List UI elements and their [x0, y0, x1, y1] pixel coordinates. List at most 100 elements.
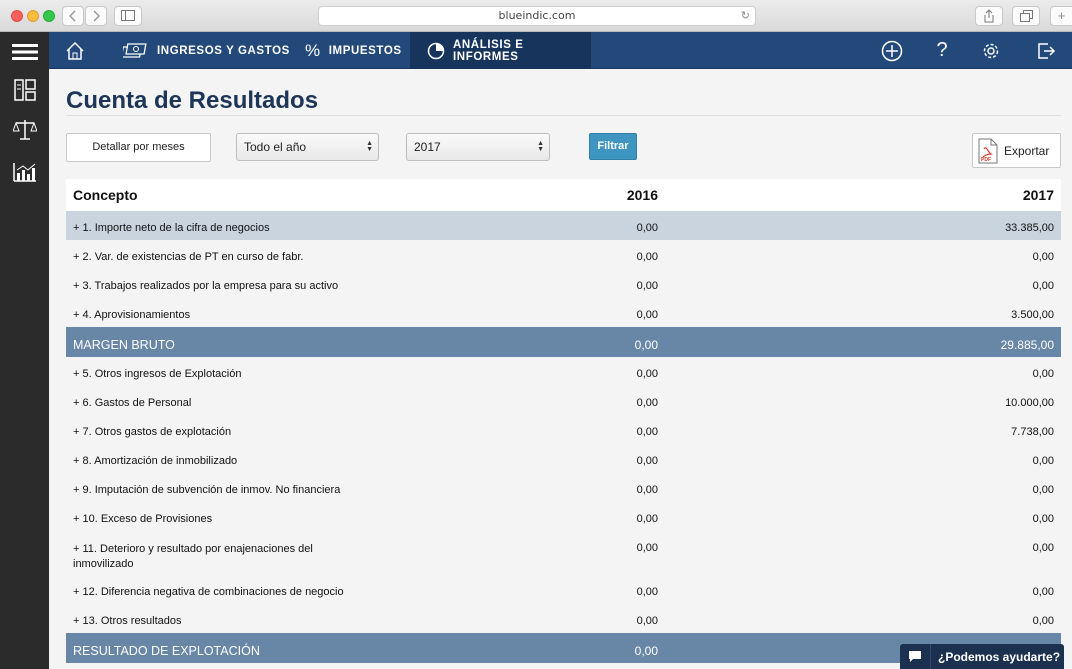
row-value-2017: 0,00 — [1032, 513, 1054, 525]
sidebar-item-balance[interactable] — [0, 110, 49, 150]
help-button[interactable]: ? — [927, 32, 957, 69]
row-value-2017: 0,00 — [1032, 455, 1054, 467]
header-2017: 2017 — [1022, 187, 1054, 203]
row-value-2016: 0,00 — [634, 338, 658, 352]
chat-widget[interactable]: ¿Podemos ayudarte? — [900, 644, 1064, 669]
back-button[interactable] — [62, 6, 84, 26]
add-button[interactable] — [877, 32, 907, 69]
settings-button[interactable] — [976, 32, 1006, 69]
row-concept: + 4. Aprovisionamientos — [73, 309, 191, 321]
row-concept: + 8. Amortización de inmobilizado — [73, 455, 238, 467]
percent-icon: % — [305, 40, 321, 60]
home-button[interactable] — [60, 32, 90, 69]
header-2016: 2016 — [626, 187, 658, 203]
tab-impuestos[interactable]: % IMPUESTOS — [305, 32, 402, 69]
period-select-value: Todo el año — [244, 140, 307, 154]
tabs-icon — [1019, 10, 1033, 22]
row-value-2017: 29.885,00 — [1000, 338, 1054, 352]
sidebar-item-dashboard[interactable] — [0, 70, 49, 110]
year-select[interactable]: 2017 ▲ ▼ — [406, 133, 550, 161]
row-value-2017: 0,00 — [1032, 368, 1054, 380]
balance-scale-icon — [12, 120, 37, 140]
pdf-file-icon: PDF — [978, 138, 998, 163]
logout-button[interactable] — [1031, 32, 1061, 69]
row-concept: + 2. Var. de existencias de PT en curso … — [73, 251, 304, 263]
pdf-label: PDF — [981, 157, 991, 163]
row-concept: + 9. Imputación de subvención de inmov. … — [73, 484, 341, 496]
window-maximize-button[interactable] — [43, 10, 55, 22]
row-value-2016: 0,00 — [636, 368, 658, 380]
tab-label: ANÁLISIS E INFORMES — [453, 38, 524, 63]
row-value-2016: 0,00 — [636, 251, 658, 263]
tab-analisis-informes[interactable]: ANÁLISIS E INFORMES — [410, 32, 591, 69]
row-value-2016: 0,00 — [636, 309, 658, 321]
export-button[interactable]: PDF Exportar — [972, 133, 1061, 168]
table-row: + 10. Exceso de Provisiones 0,00 0,00 — [66, 502, 1061, 531]
app-sidebar — [0, 32, 49, 669]
row-value-2016: 0,00 — [636, 222, 658, 234]
row-value-2016: 0,00 — [636, 397, 658, 409]
export-label: Exportar — [1004, 143, 1050, 158]
plus-icon: + — [1057, 8, 1066, 23]
table-row: + 12. Diferencia negativa de combinacion… — [66, 575, 1061, 604]
reload-icon[interactable]: ↻ — [741, 7, 750, 25]
row-value-2016: 0,00 — [636, 455, 658, 467]
home-icon — [66, 41, 84, 60]
url-text: blueindic.com — [498, 9, 576, 22]
new-tab-button[interactable]: + — [1050, 6, 1072, 26]
table-row: + 3. Trabajos realizados por la empresa … — [66, 269, 1061, 298]
sidebar-toggle-icon — [121, 10, 135, 21]
title-divider — [66, 115, 1061, 116]
row-value-2017: 0,00 — [1032, 615, 1054, 627]
window-close-button[interactable] — [11, 10, 23, 22]
tabs-overview-button[interactable] — [1012, 6, 1040, 26]
tab-ingresos-gastos[interactable]: INGRESOS Y GASTOS — [123, 32, 290, 69]
select-arrows-icon: ▲ ▼ — [537, 140, 544, 153]
row-concept: + 1. Importe neto de la cifra de negocio… — [73, 222, 270, 234]
row-value-2017: 0,00 — [1032, 251, 1054, 263]
chat-bubble-icon — [900, 644, 931, 669]
sidebar-item-reports[interactable] — [0, 152, 49, 192]
pie-chart-icon — [427, 42, 445, 60]
row-value-2017: 0,00 — [1032, 484, 1054, 496]
row-value-2016: 0,00 — [636, 484, 658, 496]
share-button[interactable] — [975, 6, 1003, 26]
row-concept: + 3. Trabajos realizados por la empresa … — [73, 280, 339, 292]
tab-label: INGRESOS Y GASTOS — [157, 44, 290, 57]
table-row: + 1. Importe neto de la cifra de negocio… — [66, 211, 1061, 240]
top-navigation: INGRESOS Y GASTOS % IMPUESTOS ANÁLISIS E… — [49, 32, 1072, 69]
sidebar-menu-button[interactable] — [0, 32, 49, 72]
chat-label: ¿Podemos ayudarte? — [938, 649, 1061, 664]
row-value-2016: 0,00 — [636, 542, 658, 554]
hamburger-menu-icon — [11, 44, 38, 60]
select-arrows-icon: ▲ ▼ — [366, 140, 373, 153]
logout-icon — [1038, 42, 1056, 59]
chart-icon — [12, 163, 36, 182]
table-row: + 5. Otros ingresos de Explotación 0,00 0,… — [66, 357, 1061, 386]
forward-button[interactable] — [85, 6, 107, 26]
header-concept: Concepto — [73, 187, 138, 203]
row-value-2016: 0,00 — [636, 586, 658, 598]
add-icon — [881, 40, 903, 61]
row-value-2017: 0,00 — [1032, 542, 1054, 554]
row-concept: + 5. Otros ingresos de Explotación — [73, 368, 242, 380]
table-row: + 4. Aprovisionamientos 0,00 3.500,00 — [66, 298, 1061, 327]
table-row: + 13. Otros resultados 0,00 0,00 — [66, 604, 1061, 633]
row-concept: + 7. Otros gastos de explotación — [73, 426, 232, 438]
share-icon — [984, 9, 994, 23]
period-select[interactable]: Todo el año ▲ ▼ — [236, 133, 379, 161]
row-value-2017: 0,00 — [1032, 280, 1054, 292]
row-concept: + 10. Exceso de Provisiones — [73, 513, 213, 525]
row-value-2016: 0,00 — [636, 280, 658, 292]
address-bar[interactable]: blueindic.com ↻ — [318, 6, 756, 26]
filter-button[interactable]: Filtrar — [589, 133, 637, 160]
row-concept: + 6. Gastos de Personal — [73, 397, 192, 409]
row-value-2017: 7.738,00 — [1011, 426, 1054, 438]
row-concept: RESULTADO DE EXPLOTACIÓN — [73, 644, 260, 658]
sidebar-toggle-button[interactable] — [114, 6, 142, 26]
window-minimize-button[interactable] — [27, 10, 39, 22]
page-title: Cuenta de Resultados — [66, 87, 319, 114]
money-icon — [123, 42, 149, 59]
detail-by-month-button[interactable]: Detallar por meses — [66, 133, 211, 162]
row-value-2016: 0,00 — [636, 426, 658, 438]
